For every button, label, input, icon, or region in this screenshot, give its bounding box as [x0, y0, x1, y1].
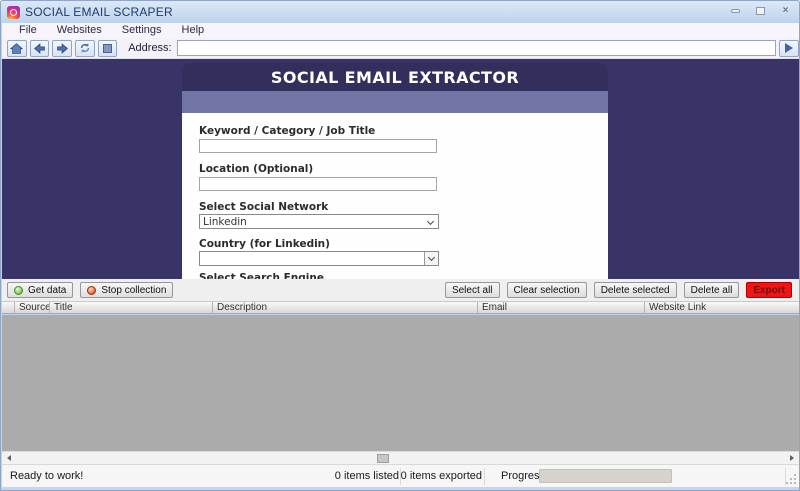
delete-selected-label: Delete selected — [601, 285, 670, 296]
delete-selected-button[interactable]: Delete selected — [594, 282, 677, 298]
status-message: Ready to work! — [10, 470, 83, 482]
results-table-body — [2, 315, 799, 451]
address-input[interactable] — [177, 40, 777, 56]
scrollbar-thumb[interactable] — [377, 454, 389, 463]
close-icon: × — [783, 6, 789, 16]
search-engine-label-clipped: Select Search Engine — [199, 272, 324, 279]
go-icon — [785, 43, 793, 53]
menu-bar: File Websites Settings Help — [2, 23, 799, 38]
page-header: SOCIAL EMAIL EXTRACTOR — [182, 63, 608, 91]
column-email[interactable]: Email — [478, 302, 645, 313]
window-controls: × — [728, 5, 793, 16]
country-label: Country (for Linkedin) — [199, 238, 330, 250]
chevron-down-icon — [428, 254, 435, 261]
network-select[interactable]: Linkedin — [199, 214, 439, 229]
results-table-header: Source Title Description Email Website L… — [2, 301, 799, 314]
back-arrow-icon — [33, 42, 46, 55]
start-orb-icon — [14, 286, 23, 295]
maximize-icon — [756, 7, 765, 15]
items-exported-count: 0 items exported — [401, 470, 482, 482]
stop-collection-button[interactable]: Stop collection — [80, 282, 173, 298]
scroll-left-icon — [7, 455, 11, 461]
location-label: Location (Optional) — [199, 163, 313, 175]
app-window: SOCIAL EMAIL SCRAPER × File Websites Set… — [0, 0, 800, 491]
column-selector[interactable] — [2, 302, 15, 313]
app-icon — [7, 6, 20, 19]
chevron-down-icon — [427, 218, 434, 225]
home-button[interactable] — [7, 40, 27, 57]
scroll-left-button[interactable] — [2, 452, 16, 464]
column-description[interactable]: Description — [213, 302, 478, 313]
minimize-button[interactable] — [728, 5, 743, 16]
clear-selection-label: Clear selection — [514, 285, 580, 296]
country-select[interactable] — [199, 251, 439, 266]
get-data-label: Get data — [28, 285, 66, 296]
menu-websites[interactable]: Websites — [48, 23, 111, 38]
forward-arrow-icon — [56, 42, 69, 55]
items-listed-count: 0 items listed — [335, 470, 399, 482]
scroll-right-icon — [790, 455, 794, 461]
stop-icon — [103, 44, 112, 53]
page-form: Keyword / Category / Job Title Location … — [182, 113, 608, 279]
stop-collection-label: Stop collection — [101, 285, 166, 296]
extractor-page: SOCIAL EMAIL EXTRACTOR Keyword / Categor… — [182, 63, 608, 279]
browser-toolbar: Address: — [2, 38, 799, 59]
close-button[interactable]: × — [778, 5, 793, 16]
select-all-button[interactable]: Select all — [445, 282, 500, 298]
menu-help[interactable]: Help — [173, 23, 214, 38]
location-input[interactable] — [199, 177, 437, 191]
get-data-button[interactable]: Get data — [7, 282, 73, 298]
stop-orb-icon — [87, 286, 96, 295]
minimize-icon — [731, 9, 740, 13]
address-label: Address: — [128, 42, 171, 54]
home-icon — [10, 42, 23, 55]
clear-selection-button[interactable]: Clear selection — [507, 282, 587, 298]
country-select-button[interactable] — [424, 252, 438, 265]
progress-bar — [539, 469, 672, 483]
go-button[interactable] — [779, 40, 799, 57]
export-button[interactable]: Export — [746, 282, 792, 298]
delete-all-button[interactable]: Delete all — [684, 282, 740, 298]
keyword-input[interactable] — [199, 139, 437, 153]
export-label: Export — [753, 285, 785, 296]
scroll-right-button[interactable] — [785, 452, 799, 464]
window-bottom-frame — [1, 487, 800, 491]
stop-button[interactable] — [98, 40, 118, 57]
action-bar: Get data Stop collection Select all Clea… — [2, 279, 799, 301]
status-separator — [484, 468, 485, 485]
title-bar: SOCIAL EMAIL SCRAPER × — [1, 1, 800, 23]
menu-settings[interactable]: Settings — [113, 23, 171, 38]
forward-button[interactable] — [52, 40, 72, 57]
column-source[interactable]: Source — [15, 302, 50, 313]
refresh-icon — [79, 42, 91, 54]
maximize-button[interactable] — [753, 5, 768, 16]
menu-file[interactable]: File — [10, 23, 46, 38]
network-label: Select Social Network — [199, 201, 328, 213]
resize-grip[interactable] — [786, 474, 796, 484]
horizontal-scrollbar[interactable] — [2, 451, 799, 464]
page-header-band — [182, 91, 608, 113]
column-website-link[interactable]: Website Link — [645, 302, 797, 313]
browser-viewport: SOCIAL EMAIL EXTRACTOR Keyword / Categor… — [2, 59, 799, 279]
select-all-label: Select all — [452, 285, 493, 296]
window-title: SOCIAL EMAIL SCRAPER — [25, 5, 173, 19]
network-select-value: Linkedin — [203, 216, 247, 228]
refresh-button[interactable] — [75, 40, 95, 57]
keyword-label: Keyword / Category / Job Title — [199, 125, 375, 137]
status-bar: Ready to work! 0 items listed 0 items ex… — [2, 464, 799, 487]
column-title[interactable]: Title — [50, 302, 213, 313]
page-title: SOCIAL EMAIL EXTRACTOR — [271, 68, 519, 87]
delete-all-label: Delete all — [691, 285, 733, 296]
back-button[interactable] — [30, 40, 50, 57]
